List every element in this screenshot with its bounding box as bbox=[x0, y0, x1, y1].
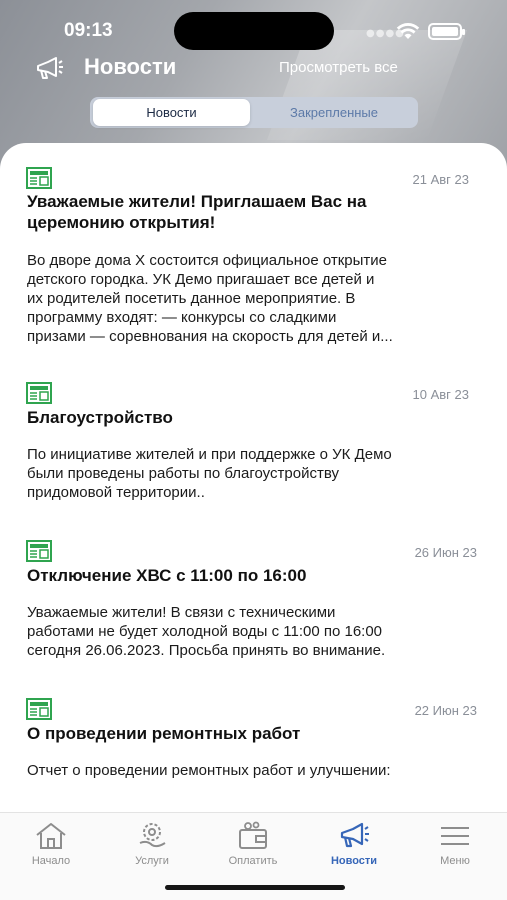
newspaper-icon bbox=[26, 698, 52, 720]
home-icon bbox=[36, 823, 66, 849]
tab-home[interactable]: Начало bbox=[6, 821, 96, 867]
tab-news[interactable]: Новости bbox=[93, 99, 250, 126]
tab-label: Оплатить bbox=[228, 855, 278, 867]
newspaper-icon bbox=[26, 167, 52, 189]
news-body: По инициативе жителей и при поддержке о … bbox=[27, 446, 392, 501]
services-icon bbox=[139, 823, 166, 848]
news-body: Уважаемые жители! В связи с техническими… bbox=[27, 604, 386, 659]
tab-pay[interactable]: Оплатить bbox=[208, 821, 298, 867]
news-item[interactable]: 22 Июн 23 О проведении ремонтных работ О… bbox=[26, 698, 481, 788]
tab-label: Меню bbox=[440, 855, 470, 867]
news-date: 22 Июн 23 bbox=[414, 703, 477, 718]
news-body: Отчет о проведении ремонтных работ и улу… bbox=[27, 762, 391, 779]
news-title: Благоустройство bbox=[27, 408, 173, 427]
news-item[interactable]: 21 Авг 23 Уважаемые жители! Приглашаем В… bbox=[26, 167, 481, 347]
view-all-button[interactable]: Просмотреть все bbox=[279, 59, 398, 76]
news-date: 26 Июн 23 bbox=[414, 545, 477, 560]
news-list: 21 Авг 23 Уважаемые жители! Приглашаем В… bbox=[0, 143, 507, 823]
news-body: Во дворе дома Х состоится официальное от… bbox=[27, 252, 393, 345]
news-title: Уважаемые жители! Приглашаем Вас на цере… bbox=[27, 192, 367, 232]
megaphone-icon bbox=[340, 822, 369, 848]
megaphone-icon bbox=[37, 57, 63, 79]
menu-icon bbox=[441, 827, 469, 845]
news-date: 10 Авг 23 bbox=[412, 387, 469, 402]
newspaper-icon bbox=[26, 382, 52, 404]
news-item[interactable]: 10 Авг 23 Благоустройство По инициативе … bbox=[26, 382, 481, 512]
tab-pinned[interactable]: Закрепленные bbox=[253, 99, 415, 126]
header: Новости Просмотреть все bbox=[0, 52, 507, 88]
news-title: Отключение ХВС с 11:00 по 16:00 bbox=[27, 566, 307, 585]
newspaper-icon bbox=[26, 540, 52, 562]
tab-services[interactable]: Услуги bbox=[107, 821, 197, 867]
tab-menu[interactable]: Меню bbox=[410, 821, 500, 867]
wallet-icon bbox=[239, 821, 267, 849]
status-bar: 09:13 ●●●● bbox=[0, 0, 507, 56]
tab-news-nav[interactable]: Новости bbox=[309, 821, 399, 867]
tab-label: Услуги bbox=[135, 855, 169, 867]
news-filter-segmented-control: Новости Закрепленные bbox=[90, 97, 418, 128]
dynamic-island bbox=[174, 12, 334, 50]
status-time: 09:13 bbox=[64, 20, 113, 41]
wifi-icon bbox=[396, 23, 420, 39]
tab-label: Новости bbox=[330, 855, 378, 867]
battery-icon bbox=[428, 23, 465, 40]
tab-label: Начало bbox=[31, 855, 71, 867]
news-date: 21 Авг 23 bbox=[412, 172, 469, 187]
page-title: Новости bbox=[84, 54, 177, 79]
news-title: О проведении ремонтных работ bbox=[27, 724, 301, 743]
home-indicator bbox=[165, 885, 345, 890]
news-item[interactable]: 26 Июн 23 Отключение ХВС с 11:00 по 16:0… bbox=[26, 540, 481, 670]
